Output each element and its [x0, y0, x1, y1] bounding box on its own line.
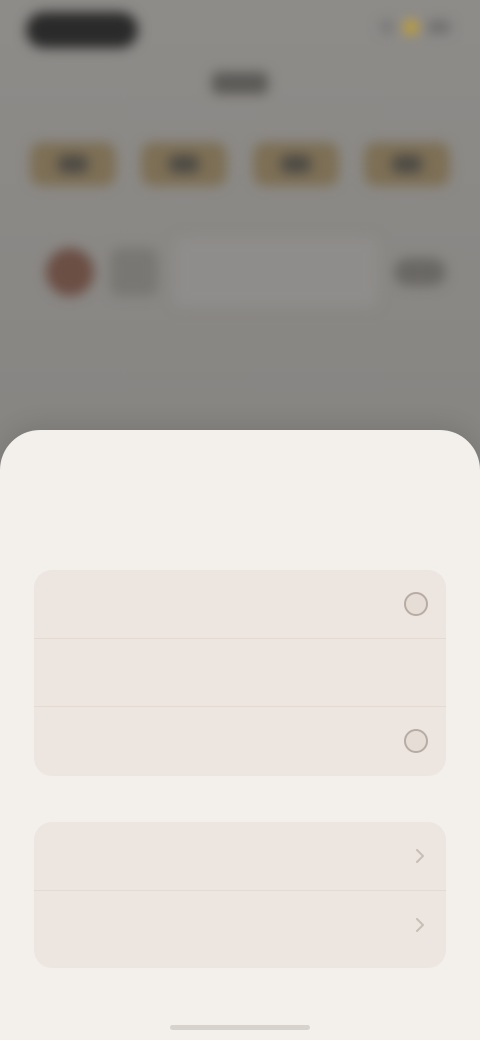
- background-tab-2: [141, 142, 228, 186]
- signal-icon: [380, 20, 394, 34]
- background-action-icon: [394, 258, 446, 286]
- background-tabs: [30, 134, 450, 194]
- chevron-right-icon: [412, 917, 428, 933]
- bottom-sheet: [0, 430, 480, 1040]
- sheet-header: [200, 482, 280, 538]
- settings-row[interactable]: [34, 638, 446, 706]
- background-avatar-icon: [46, 248, 94, 296]
- background-player: [46, 232, 446, 312]
- wifi-icon: [404, 20, 418, 34]
- background-header-title: [212, 72, 268, 94]
- radio-icon[interactable]: [404, 728, 428, 753]
- chevron-right-icon: [412, 848, 428, 864]
- dynamic-island: [26, 12, 138, 48]
- background-progress-area: [174, 237, 378, 307]
- battery-icon: [428, 21, 450, 33]
- radio-icon[interactable]: [404, 592, 428, 616]
- settings-row[interactable]: [34, 570, 446, 638]
- settings-group-1: [34, 570, 446, 776]
- background-tab-3: [252, 142, 339, 186]
- background-thumbnail-icon: [110, 248, 158, 296]
- background-tab-1: [30, 142, 116, 186]
- settings-row[interactable]: [34, 890, 446, 958]
- home-indicator[interactable]: [170, 1025, 310, 1030]
- screen: [0, 0, 480, 1040]
- background-tab-4: [363, 142, 450, 186]
- settings-group-2: [34, 822, 446, 968]
- status-indicators: [380, 20, 450, 34]
- settings-row[interactable]: [34, 706, 446, 774]
- settings-row[interactable]: [34, 822, 446, 890]
